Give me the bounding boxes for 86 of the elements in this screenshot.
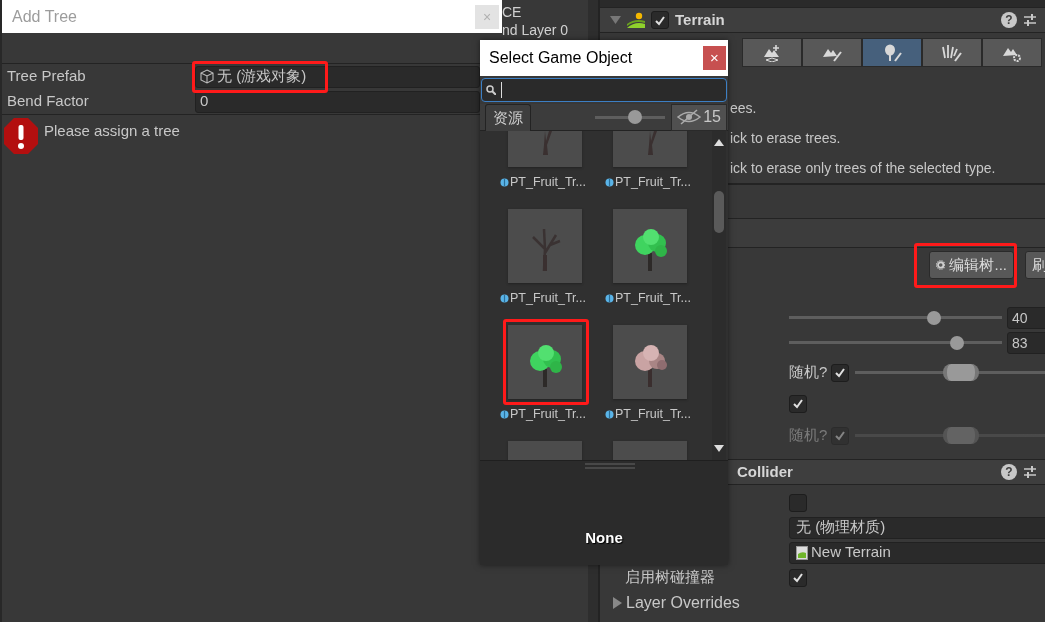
scrollbar-thumb[interactable] [714,191,724,233]
error-message: Please assign a tree [44,121,180,141]
help-text: ees. [730,99,757,118]
checkbox[interactable] [789,568,807,587]
help-text: ick to erase only trees of the selected type. [730,159,996,178]
component-title: Collider [737,461,793,482]
number-field[interactable]: 83 [1007,331,1045,354]
search-icon [486,85,496,95]
check-icon [834,430,846,441]
slider-thumb[interactable] [950,335,965,350]
prefab-icon [500,177,509,187]
scrollbar[interactable] [712,131,726,460]
field-label: Tree Prefab [6,66,87,87]
drag-handle[interactable] [585,463,635,469]
close-button[interactable]: × [703,46,726,70]
edit-trees-button[interactable]: 编辑树... [929,251,1014,279]
check-icon [792,398,804,409]
scroll-up-arrow[interactable] [714,139,724,146]
tool-button[interactable] [862,38,922,67]
field-value: 0 [200,91,209,112]
checkbox[interactable] [789,394,807,413]
prefab-icon [500,293,509,303]
asset-thumbnail[interactable] [508,325,582,399]
terrain-asset-icon [796,545,808,560]
checkbox[interactable] [831,363,849,382]
object-field[interactable]: 无 (游戏对象) [195,65,480,88]
asset-thumbnail[interactable] [613,209,687,283]
number-field[interactable]: 0 [195,90,480,113]
help-button[interactable]: ? [1001,12,1017,28]
hidden-eye-icon [677,109,702,125]
asset-label: PT_Fruit_Tr... [615,174,691,191]
settings-icon[interactable] [1023,13,1037,27]
hidden-count-button[interactable]: 15 [671,103,727,131]
foldout-label[interactable]: Layer Overrides [626,590,740,615]
tool-button[interactable] [982,38,1042,67]
check-icon [654,14,666,26]
cube-icon [200,69,214,84]
asset-label: PT_Fruit_Tr... [510,290,586,307]
object-field[interactable]: 无 (物理材质) [789,516,1045,539]
component-title: Terrain [675,9,725,30]
mountain-plus-icon [762,43,782,62]
asset-label: PT_Fruit_Tr... [510,174,586,191]
hierarchy-item[interactable]: CE [502,3,522,21]
tool-button[interactable] [742,38,802,67]
check-icon [792,572,804,583]
field-label: Bend Factor [6,91,90,112]
slider-thumb[interactable] [628,110,643,124]
checkbox-label: 随机? [789,362,829,383]
slider-thumb[interactable] [926,310,941,325]
foldout-arrow[interactable] [610,15,621,25]
prefab-icon [605,409,614,419]
checkbox-label: 随机? [789,425,829,446]
gear-icon [936,257,946,273]
asset-label: PT_Fruit_Tr... [510,406,586,423]
prefab-icon [605,293,614,303]
help-button[interactable]: ? [1001,464,1017,480]
checkbox[interactable] [651,11,669,29]
terrain-icon [627,12,645,28]
window-title: Add Tree [12,6,77,27]
hierarchy-item[interactable]: nd Layer 0 [502,21,569,39]
asset-thumbnail[interactable] [613,325,687,399]
range-handle[interactable] [943,364,980,381]
grass-brush-icon [942,43,962,62]
search-field[interactable] [481,78,727,102]
settings-icon[interactable] [1023,465,1037,479]
prefab-icon [605,177,614,187]
error-icon [3,118,39,154]
object-field[interactable]: New Terrain [789,541,1045,564]
preview-label: None [585,528,623,547]
prefab-icon [500,409,509,419]
scroll-down-arrow[interactable] [714,445,724,452]
asset-label: PT_Fruit_Tr... [615,406,691,423]
field-label: 启用树碰撞器 [625,567,716,588]
checkbox[interactable] [789,493,807,512]
asset-label: PT_Fruit_Tr... [615,290,691,307]
window-title: Select Game Object [489,48,633,68]
foldout-arrow[interactable] [612,596,622,609]
number-field[interactable]: 40 [1007,306,1045,329]
tab[interactable]: 资源 [485,103,531,131]
help-text: ick to erase trees. [730,129,841,148]
tool-button[interactable] [922,38,982,67]
field-value: 无 (游戏对象) [217,66,307,87]
check-icon [834,367,846,378]
tree-brush-icon [882,43,902,62]
tool-button[interactable] [802,38,862,67]
asset-thumbnail[interactable] [508,209,582,283]
